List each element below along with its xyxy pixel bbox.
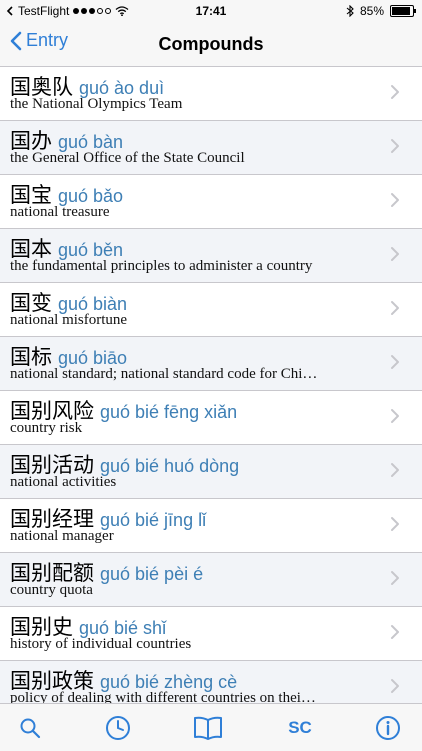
info-tab[interactable]: [366, 713, 410, 743]
list-item[interactable]: 国别史 guó bié shǐ history of individual coun…: [0, 607, 422, 661]
compound-pinyin: guó bié fēng xiǎn: [100, 402, 238, 422]
list-item[interactable]: 国别活动 guó bié huó dòng national activities: [0, 445, 422, 499]
chevron-right-icon: [391, 355, 399, 369]
list-item[interactable]: 国别政策 guó bié zhèng cè policy of dealing wi…: [0, 661, 422, 703]
search-icon: [20, 718, 41, 739]
compound-definition: the General Office of the State Council: [10, 150, 245, 166]
list-item[interactable]: 国别配额 guó bié pèi é country quota: [0, 553, 422, 607]
compound-definition: country quota: [10, 582, 93, 598]
chevron-right-icon: [391, 571, 399, 585]
list-item[interactable]: 国办 guó bàn the General Office of the State…: [0, 121, 422, 175]
info-icon: [376, 716, 400, 740]
compound-definition: the National Olympics Team: [10, 96, 183, 112]
battery-icon: [390, 5, 416, 17]
compound-pinyin: guó bàn: [58, 132, 124, 152]
list-item[interactable]: 国变 guó biàn national misfortune: [0, 283, 422, 337]
chevron-right-icon: [391, 517, 399, 531]
dictionary-tab[interactable]: [186, 713, 230, 743]
tab-bar: SC: [0, 703, 422, 751]
book-icon: [194, 716, 222, 740]
page-title: Compounds: [158, 34, 264, 54]
bluetooth-icon: [346, 5, 354, 17]
compound-pinyin: guó bié huó dòng: [100, 456, 240, 476]
status-bar: TestFlight 17:41 85%: [0, 0, 422, 22]
compound-pinyin: guó bié jīng lǐ: [100, 510, 207, 530]
compound-definition: history of individual countries: [10, 636, 192, 652]
list-item[interactable]: 国宝 guó bǎo national treasure: [0, 175, 422, 229]
compound-pinyin: guó bié pèi é: [100, 564, 204, 584]
compound-pinyin: guó bǎo: [58, 186, 124, 206]
compound-definition: national manager: [10, 528, 114, 544]
compound-definition: country risk: [10, 420, 83, 436]
list-item[interactable]: 国本 guó běn the fundamental principles to a…: [0, 229, 422, 283]
compound-list[interactable]: 国奥队 guó ào duì the National Olympics Team 国…: [0, 67, 422, 703]
compound-pinyin: guó běn: [58, 240, 124, 260]
compound-definition: national activities: [10, 474, 117, 490]
battery-percent: 85%: [359, 4, 384, 18]
history-tab[interactable]: [96, 713, 140, 743]
chevron-right-icon: [391, 139, 399, 153]
chevron-right-icon: [391, 409, 399, 423]
chevron-right-icon: [391, 625, 399, 639]
compound-pinyin: guó biàn: [58, 294, 128, 314]
compound-pinyin: guó ào duì: [79, 78, 165, 98]
compound-definition: national treasure: [10, 204, 110, 220]
status-right: 85%: [346, 4, 416, 18]
chevron-right-icon: [391, 463, 399, 477]
navigation-bar: Entry Compounds: [0, 22, 422, 67]
chevron-right-icon: [391, 85, 399, 99]
compound-pinyin: guó bié zhèng cè: [100, 672, 238, 692]
compound-definition: national standard; national standard cod…: [10, 366, 318, 382]
compound-definition: national misfortune: [10, 312, 128, 328]
compound-pinyin: guó bié shǐ: [79, 618, 167, 638]
character-set-toggle[interactable]: SC: [278, 713, 322, 743]
compound-pinyin: guó biāo: [58, 348, 128, 368]
chevron-right-icon: [391, 247, 399, 261]
compound-definition: policy of dealing with different countri…: [10, 690, 316, 703]
chevron-right-icon: [391, 193, 399, 207]
clock-icon: [106, 716, 130, 740]
chevron-right-icon: [391, 301, 399, 315]
search-tab[interactable]: [8, 713, 52, 743]
list-item[interactable]: 国标 guó biāo national standard; national st…: [0, 337, 422, 391]
chevron-right-icon: [391, 679, 399, 693]
compound-definition: the fundamental principles to administer…: [10, 258, 313, 274]
list-item[interactable]: 国别风险 guó bié fēng xiǎn country risk: [0, 391, 422, 445]
list-item[interactable]: 国奥队 guó ào duì the National Olympics Team: [0, 67, 422, 121]
list-item[interactable]: 国别经理 guó bié jīng lǐ national manager: [0, 499, 422, 553]
